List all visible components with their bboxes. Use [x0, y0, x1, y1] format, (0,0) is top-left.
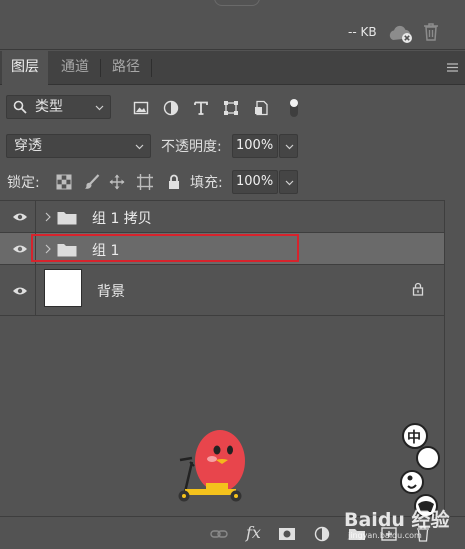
- chevron-down-icon: [95, 105, 104, 111]
- blend-mode-select[interactable]: 穿透: [6, 134, 151, 158]
- watermark-url: jingyan.baidu.com: [348, 531, 422, 540]
- layer-name: 背景: [97, 284, 125, 300]
- panel-tabs: 图层 通道 路径: [0, 51, 465, 86]
- chevron-right-icon[interactable]: [45, 212, 51, 222]
- layer-name: 组 1: [92, 243, 120, 259]
- tab-divider: [151, 59, 152, 77]
- folder-icon: [57, 212, 77, 225]
- layer-mask-icon[interactable]: [278, 526, 296, 542]
- fx-icon[interactable]: fx: [246, 523, 261, 542]
- folder-icon: [57, 244, 77, 257]
- lock-transparent-pixels-icon[interactable]: [56, 174, 72, 190]
- scroll-grip: [214, 0, 260, 6]
- eye-icon[interactable]: [12, 244, 28, 254]
- smart-object-filter-icon[interactable]: [254, 100, 270, 116]
- layers-list: 组 1 拷贝 组 1 背景: [0, 200, 444, 316]
- lock-position-icon[interactable]: [109, 174, 125, 190]
- layer-row-group-copy[interactable]: 组 1 拷贝: [0, 201, 444, 233]
- eye-icon[interactable]: [12, 286, 28, 296]
- adjustment-layer-icon[interactable]: [313, 526, 331, 542]
- panel-menu-icon[interactable]: [447, 63, 458, 72]
- opacity-field[interactable]: 100%: [232, 134, 278, 158]
- lock-icon: [412, 282, 424, 296]
- watermark-logo-text: Baidu 经验: [344, 509, 450, 531]
- adjustment-filter-icon[interactable]: [163, 100, 179, 116]
- filter-toggle-icon[interactable]: [289, 98, 299, 118]
- doc-size-label: -- KB: [348, 25, 377, 39]
- opacity-label: 不透明度:: [161, 139, 222, 155]
- chevron-down-icon: [135, 144, 144, 150]
- blend-row: 穿透 不透明度: 100%: [0, 131, 465, 161]
- layer-thumbnail: [44, 269, 82, 307]
- mascot-sticker-image: [178, 430, 245, 502]
- baidu-jingyan-watermark: Baidu 经验 jingyan.baidu.com: [342, 505, 460, 545]
- lock-row: 锁定: 填充: 100%: [0, 167, 465, 197]
- shape-filter-icon[interactable]: [223, 100, 239, 116]
- search-icon: [13, 100, 27, 114]
- layer-filter-row: 类型: [0, 92, 465, 124]
- visibility-divider: [35, 201, 36, 233]
- layer-row-background[interactable]: 背景: [0, 265, 444, 316]
- layer-row-group-1[interactable]: 组 1: [0, 233, 444, 265]
- lock-label: 锁定:: [7, 175, 40, 191]
- tab-layers[interactable]: 图层: [2, 51, 48, 86]
- ime-mode-label: 中: [407, 430, 421, 446]
- visibility-divider: [35, 233, 36, 265]
- tab-paths[interactable]: 路径: [101, 51, 151, 85]
- opacity-dropdown-button[interactable]: [279, 134, 298, 158]
- cloud-sync-icon[interactable]: [388, 24, 414, 44]
- link-layers-icon[interactable]: [210, 526, 228, 542]
- type-filter-icon[interactable]: [193, 100, 209, 116]
- blend-mode-value: 穿透: [14, 138, 42, 154]
- fill-label: 填充:: [190, 175, 223, 191]
- trash-icon[interactable]: [423, 23, 439, 41]
- layers-scrollbar[interactable]: [444, 200, 465, 516]
- lock-artboard-icon[interactable]: [137, 174, 153, 190]
- top-bar: -- KB: [0, 0, 465, 50]
- filter-kind-value: 类型: [35, 99, 63, 115]
- tab-channels[interactable]: 通道: [50, 51, 100, 85]
- chevron-down-icon: [285, 180, 294, 186]
- layer-name: 组 1 拷贝: [92, 211, 152, 227]
- image-filter-icon[interactable]: [133, 100, 149, 116]
- chevron-right-icon[interactable]: [45, 244, 51, 254]
- lock-image-pixels-icon[interactable]: [84, 174, 100, 190]
- chevron-down-icon: [285, 144, 294, 150]
- eye-icon[interactable]: [12, 212, 28, 222]
- fill-field[interactable]: 100%: [232, 170, 278, 194]
- visibility-divider: [35, 265, 36, 316]
- lock-all-icon[interactable]: [166, 174, 182, 190]
- filter-kind-select[interactable]: 类型: [6, 95, 111, 119]
- fill-dropdown-button[interactable]: [279, 170, 298, 194]
